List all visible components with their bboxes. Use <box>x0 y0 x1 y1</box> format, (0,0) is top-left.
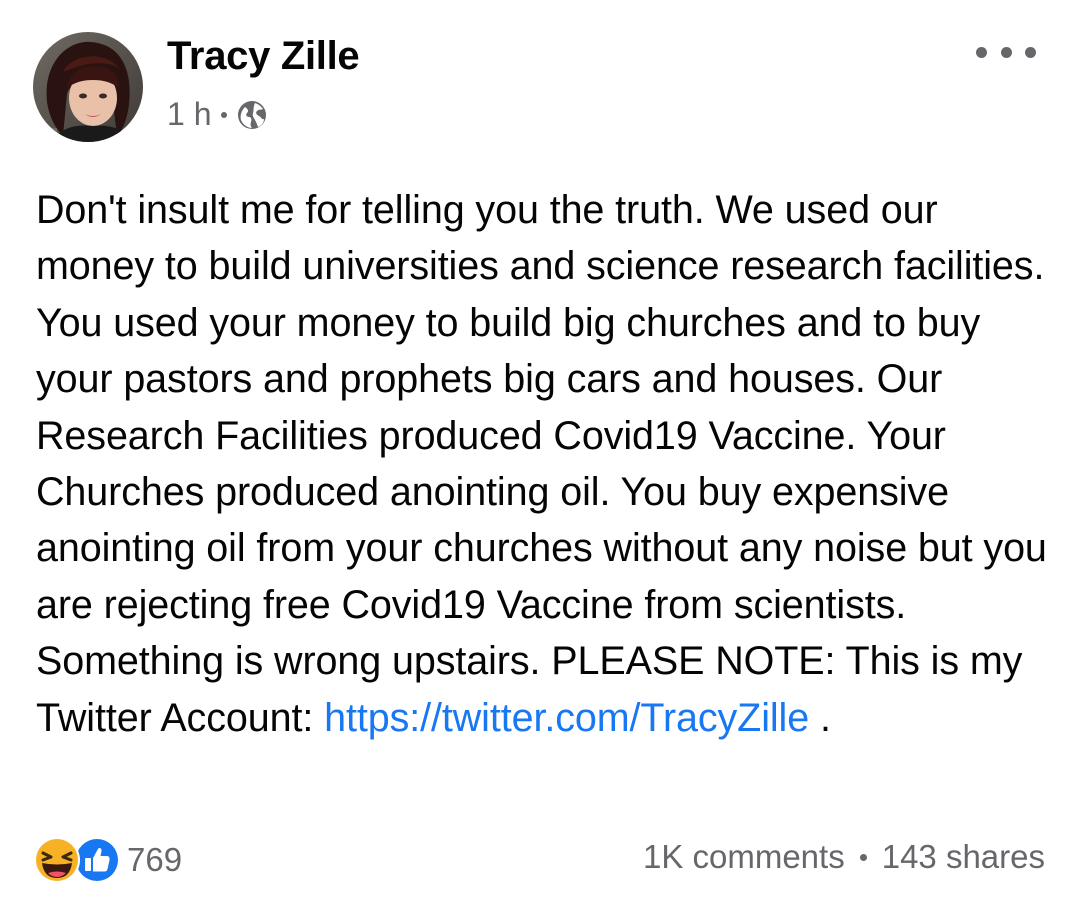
post-text: Don't insult me for telling you the trut… <box>36 188 1047 740</box>
haha-icon <box>34 837 80 883</box>
globe-icon <box>238 100 267 129</box>
comments-count[interactable]: 1K comments <box>643 838 845 876</box>
post-meta: 1 h <box>167 96 267 133</box>
more-dot <box>1025 46 1036 58</box>
post-body: Don't insult me for telling you the trut… <box>36 182 1056 746</box>
engagement-separator-dot <box>859 853 867 861</box>
more-dot <box>1000 46 1012 58</box>
reactions-summary[interactable]: 769 <box>33 836 182 884</box>
more-dot <box>976 46 987 58</box>
post-text-end: . <box>809 695 831 740</box>
timestamp[interactable]: 1 h <box>167 96 211 133</box>
reaction-icons <box>33 836 125 884</box>
engagement-summary: 1K comments 143 shares <box>643 838 1045 876</box>
facebook-post: Tracy Zille 1 h Don't insult me for tell… <box>0 0 1080 916</box>
twitter-link[interactable]: https://twitter.com/TracyZille <box>324 696 809 740</box>
reaction-count: 769 <box>127 841 183 878</box>
more-options-button[interactable] <box>976 40 1036 64</box>
avatar[interactable] <box>33 32 143 142</box>
author-name[interactable]: Tracy Zille <box>167 34 360 79</box>
shares-count[interactable]: 143 shares <box>882 838 1045 876</box>
meta-separator-dot <box>221 111 228 118</box>
